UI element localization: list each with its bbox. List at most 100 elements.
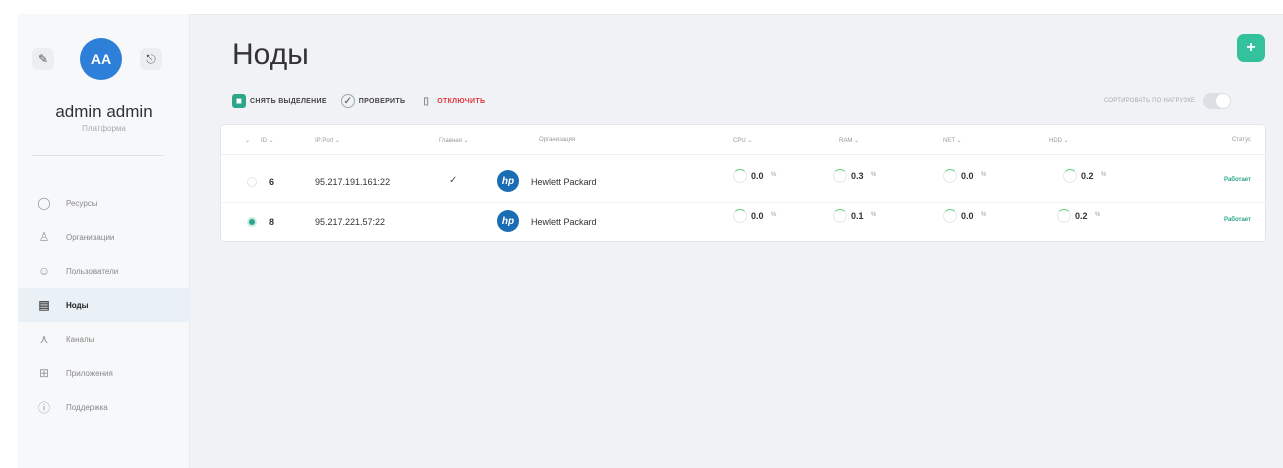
user-name: admin admin: [55, 102, 153, 121]
header-cpu[interactable]: CPU ⌄: [733, 137, 752, 144]
header-status: Статус: [1232, 137, 1251, 143]
apps-icon: ⊞: [38, 366, 50, 380]
header-net[interactable]: NET ⌄: [943, 137, 962, 144]
main-check-icon: ✓: [449, 175, 458, 186]
sort-arrow-icon[interactable]: ⌄: [245, 137, 250, 144]
cell-id: 8: [269, 217, 275, 227]
check-label: ПРОВЕРИТЬ: [358, 97, 406, 105]
sidebar-item-users[interactable]: ☺ Пользователи: [18, 254, 190, 288]
gauge-icon: [1057, 209, 1071, 223]
hdd-metric: 0.2 %: [1057, 209, 1153, 235]
net-value: 0.0: [961, 171, 974, 181]
info-icon: ⓘ: [37, 400, 50, 415]
net-metric: 0.0 %: [943, 169, 1039, 195]
gauge-icon: [833, 169, 847, 183]
toolbar: ■ СНЯТЬ ВЫДЕЛЕНИЕ ✓ ПРОВЕРИТЬ ▯ ОТКЛЮЧИТ…: [232, 92, 499, 110]
hdd-metric: 0.2 %: [1063, 169, 1159, 195]
sidebar-item-label: Поддержка: [66, 402, 108, 412]
sort-by-load: СОРТИРОВАТЬ ПО НАГРУЗКЕ: [1104, 93, 1232, 109]
unit: %: [871, 172, 877, 178]
sidebar-item-apps[interactable]: ⊞ Приложения: [18, 356, 190, 390]
table-row[interactable]: 6 95.217.191.161:22 ✓ hp Hewlett Packard…: [221, 163, 1265, 201]
sidebar-item-nodes[interactable]: ▤ Ноды: [18, 288, 190, 322]
gauge-icon: [1063, 169, 1077, 183]
deselect-label: СНЯТЬ ВЫДЕЛЕНИЕ: [250, 97, 327, 105]
cpu-metric: 0.0 %: [733, 209, 829, 235]
status-badge: Работает: [1224, 177, 1251, 183]
sidebar-item-label: Приложения: [66, 368, 113, 378]
avatar[interactable]: AA: [80, 38, 122, 80]
hp-logo-icon: hp: [497, 170, 519, 192]
sidebar-item-label: Ноды: [66, 300, 89, 310]
status-badge: Работает: [1224, 217, 1251, 223]
add-node-button[interactable]: +: [1237, 34, 1265, 62]
hdd-value: 0.2: [1075, 211, 1088, 221]
table-row[interactable]: 8 95.217.221.57:22 hp Hewlett Packard 0.…: [221, 202, 1265, 240]
hp-logo-icon: hp: [497, 210, 519, 232]
row-select-radio[interactable]: [247, 177, 257, 187]
sidebar-item-organizations[interactable]: ♙ Организации: [18, 220, 190, 254]
sidebar-item-support[interactable]: ⓘ Поддержка: [18, 390, 190, 424]
header-ip[interactable]: IP:Port ⌄: [315, 137, 340, 144]
profile-header: ✎ AA ⎋: [18, 38, 190, 80]
unit: %: [1101, 172, 1107, 178]
gauge-icon: [943, 209, 957, 223]
header-org: Организация: [539, 137, 576, 143]
sidebar-item-label: Ресурсы: [66, 198, 98, 208]
hdd-value: 0.2: [1081, 171, 1094, 181]
cpu-metric: 0.0 %: [733, 169, 829, 195]
cell-ip: 95.217.221.57:22: [315, 217, 386, 227]
deselect-button[interactable]: ■ СНЯТЬ ВЫДЕЛЕНИЕ: [232, 94, 327, 108]
sidebar-nav: ◯ Ресурсы ♙ Организации ☺ Пользователи ▤…: [18, 186, 190, 424]
divider: [32, 155, 164, 156]
sidebar-item-label: Каналы: [66, 334, 95, 344]
unit: %: [771, 212, 777, 218]
row-select-radio[interactable]: [247, 217, 257, 227]
header-id[interactable]: ID ⌄: [261, 137, 274, 144]
gauge-icon: [943, 169, 957, 183]
sort-toggle[interactable]: [1203, 93, 1232, 109]
cpu-value: 0.0: [751, 171, 764, 181]
check-circle-icon: ✓: [340, 94, 355, 108]
sidebar-item-label: Организации: [66, 232, 115, 242]
sidebar-item-label: Пользователи: [66, 266, 119, 276]
disable-label: ОТКЛЮЧИТЬ: [437, 97, 486, 105]
circle-icon: ◯: [37, 196, 51, 210]
ram-value: 0.3: [851, 171, 864, 181]
unit: %: [771, 172, 777, 178]
header-ram[interactable]: RAM ⌄: [839, 137, 859, 144]
check-button[interactable]: ✓ ПРОВЕРИТЬ: [340, 94, 406, 108]
header-hdd[interactable]: HDD ⌄: [1049, 137, 1069, 144]
nodes-table: ⌄ ID ⌄ IP:Port ⌄ Главная ⌄ Организация C…: [220, 124, 1266, 242]
unit: %: [981, 212, 987, 218]
sidebar-item-resources[interactable]: ◯ Ресурсы: [18, 186, 190, 220]
sidebar-item-channels[interactable]: ⋏ Каналы: [18, 322, 190, 356]
net-value: 0.0: [961, 211, 974, 221]
unit: %: [1095, 212, 1101, 218]
page-title: Ноды: [232, 38, 309, 71]
ram-metric: 0.3 %: [833, 169, 929, 195]
cell-ip: 95.217.191.161:22: [315, 177, 391, 187]
trash-icon: ▯: [423, 95, 430, 107]
users-icon: ☺: [37, 264, 51, 278]
organization-icon: ♙: [38, 230, 50, 244]
unit: %: [981, 172, 987, 178]
checkbox-icon: ■: [232, 94, 246, 108]
edit-icon[interactable]: ✎: [32, 48, 54, 70]
sort-label: СОРТИРОВАТЬ ПО НАГРУЗКЕ: [1104, 98, 1196, 104]
gauge-icon: [733, 209, 747, 223]
ram-value: 0.1: [851, 211, 864, 221]
logout-icon[interactable]: ⎋: [140, 48, 162, 70]
disable-button[interactable]: ▯ ОТКЛЮЧИТЬ: [419, 94, 485, 108]
gauge-icon: [733, 169, 747, 183]
cell-org: Hewlett Packard: [531, 217, 597, 227]
net-metric: 0.0 %: [943, 209, 1039, 235]
network-icon: ⋏: [39, 332, 49, 346]
cell-org: Hewlett Packard: [531, 177, 597, 187]
user-role: Платформа: [82, 124, 126, 133]
table-header: ⌄ ID ⌄ IP:Port ⌄ Главная ⌄ Организация C…: [221, 125, 1265, 155]
sidebar: ✎ AA ⎋ admin admin Платформа ◯ Ресурсы ♙…: [18, 14, 190, 468]
ram-metric: 0.1 %: [833, 209, 929, 235]
server-icon: ▤: [38, 298, 50, 312]
header-main[interactable]: Главная ⌄: [439, 137, 469, 144]
